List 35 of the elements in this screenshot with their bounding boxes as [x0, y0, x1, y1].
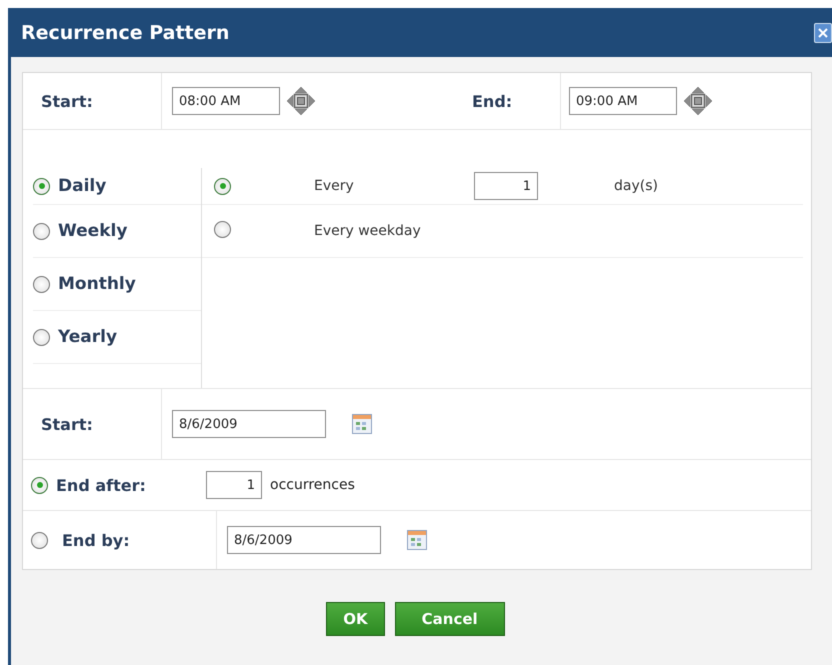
radio-button[interactable]: [33, 276, 50, 292]
radio-button[interactable]: [33, 328, 50, 346]
option-label: Every: [314, 178, 355, 194]
radio-button[interactable]: [31, 476, 48, 494]
radio-label[interactable]: Monthly: [58, 274, 136, 294]
unit-label: day(s): [614, 178, 658, 194]
radio-button[interactable]: [31, 532, 48, 548]
date-field[interactable]: 8/6/2009: [227, 526, 381, 554]
date-field[interactable]: 8/6/2009: [172, 410, 326, 438]
number-field[interactable]: 1: [206, 471, 262, 499]
number-field[interactable]: 1: [474, 172, 538, 200]
radio-label[interactable]: End after:: [56, 476, 146, 494]
time-field[interactable]: 09:00 AM: [569, 87, 677, 115]
spinner-icon[interactable]: [286, 86, 316, 116]
field-label: Start:: [41, 414, 93, 434]
close-icon[interactable]: [814, 22, 832, 42]
radio-button[interactable]: [214, 178, 231, 195]
radio-label[interactable]: Weekly: [58, 221, 128, 241]
window-title: Recurrence Pattern: [21, 22, 230, 44]
ok-button[interactable]: OK: [326, 602, 385, 636]
radio-button[interactable]: [33, 222, 50, 240]
option-label: Every weekday: [314, 223, 421, 239]
radio-label[interactable]: Yearly: [58, 327, 118, 347]
radio-button[interactable]: [33, 178, 50, 194]
cancel-button[interactable]: Cancel: [394, 602, 505, 636]
time-field[interactable]: 08:00 AM: [172, 87, 280, 115]
radio-label[interactable]: End by:: [62, 530, 130, 550]
radio-label[interactable]: Daily: [58, 176, 106, 196]
unit-label: occurrences: [270, 477, 355, 493]
calendar-icon[interactable]: [352, 414, 372, 434]
spinner-icon[interactable]: [683, 86, 713, 116]
field-label: End:: [472, 92, 512, 110]
radio-button[interactable]: [214, 220, 231, 238]
field-label: Start:: [41, 92, 93, 110]
calendar-icon[interactable]: [407, 530, 427, 550]
